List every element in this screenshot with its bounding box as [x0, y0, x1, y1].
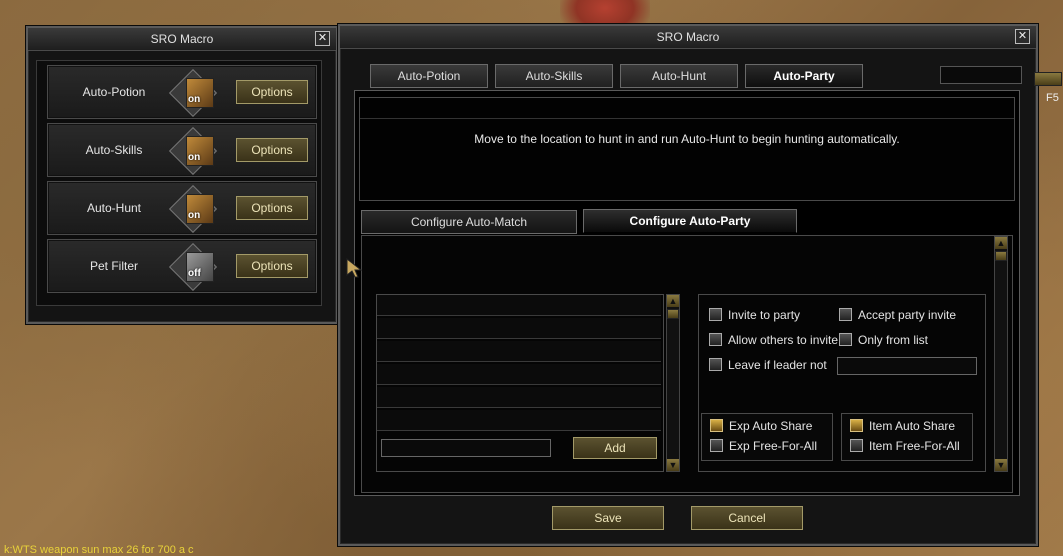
add-button[interactable]: Add	[573, 437, 657, 459]
side-widget-button[interactable]	[1034, 72, 1062, 86]
scroll-up-icon[interactable]: ▲	[995, 237, 1007, 249]
chat-message: k:WTS weapon sun max 26 for 700 a c	[4, 544, 194, 556]
feature-row-pet-filter: Pet Filter off Options	[47, 239, 317, 293]
tab-auto-skills[interactable]: Auto-Skills	[495, 64, 613, 88]
player-name-input[interactable]	[381, 439, 551, 457]
accept-party-invite-checkbox[interactable]: Accept party invite	[839, 307, 956, 323]
side-widget-bar	[940, 66, 1022, 84]
feature-label: Pet Filter	[89, 259, 138, 273]
scroll-thumb[interactable]	[667, 309, 679, 319]
left-window-titlebar[interactable]: SRO Macro ✕	[28, 28, 336, 51]
checkbox-label: Invite to party	[728, 308, 801, 322]
checkbox-icon	[710, 439, 723, 452]
state-label: off	[188, 268, 201, 279]
auto-skills-options-button[interactable]: Options	[236, 138, 308, 162]
invite-to-party-checkbox[interactable]: Invite to party	[709, 307, 800, 323]
cancel-button[interactable]: Cancel	[691, 506, 803, 530]
scroll-down-icon[interactable]: ▼	[667, 459, 679, 471]
checkbox-label: Accept party invite	[858, 308, 957, 322]
feature-label: Auto-Hunt	[86, 201, 142, 215]
checkbox-label: Only from list	[858, 333, 929, 347]
checkbox-icon	[839, 333, 852, 346]
list-item[interactable]	[377, 364, 661, 385]
radio-label: Exp Free-For-All	[729, 439, 818, 453]
item-share-group: Item Auto Share Item Free-For-All	[841, 413, 973, 461]
scroll-down-icon[interactable]: ▼	[995, 459, 1007, 471]
pet-filter-options-button[interactable]: Options	[236, 254, 308, 278]
leader-name-input[interactable]	[837, 357, 977, 375]
auto-hunt-options-button[interactable]: Options	[236, 196, 308, 220]
scroll-thumb[interactable]	[995, 251, 1007, 261]
state-label: on	[188, 94, 201, 105]
state-label: on	[188, 210, 201, 221]
list-item[interactable]	[377, 387, 661, 408]
list-item[interactable]	[377, 410, 661, 431]
tab-configure-auto-match[interactable]: Configure Auto-Match	[361, 210, 577, 234]
description-text: Move to the location to hunt in and run …	[474, 132, 900, 146]
checkbox-icon	[839, 308, 852, 321]
left-close-button[interactable]: ✕	[315, 31, 330, 46]
auto-party-panel: Add ▲ ▼ Invite to party Accept party inv…	[361, 235, 1013, 493]
state-label: on	[188, 152, 201, 163]
feature-row-auto-hunt: Auto-Hunt on Options	[47, 181, 317, 235]
feature-row-auto-skills: Auto-Skills on Options	[47, 123, 317, 177]
feature-label: Auto-Skills	[85, 143, 143, 157]
tab-configure-auto-party[interactable]: Configure Auto-Party	[583, 209, 797, 233]
description-panel: Move to the location to hunt in and run …	[359, 97, 1015, 201]
exp-share-group: Exp Auto Share Exp Free-For-All	[701, 413, 833, 461]
right-close-button[interactable]: ✕	[1015, 29, 1030, 44]
feature-row-auto-potion: Auto-Potion on Options	[47, 65, 317, 119]
party-member-list: Add	[376, 294, 664, 472]
feature-label: Auto-Potion	[82, 85, 146, 99]
checkbox-icon	[850, 439, 863, 452]
left-window-title: SRO Macro	[150, 32, 214, 46]
list-item[interactable]	[377, 295, 661, 316]
macro-control-window: SRO Macro ✕ Auto-Potion on Options Auto-…	[26, 26, 338, 324]
checkbox-icon	[709, 333, 722, 346]
checkbox-icon	[709, 358, 722, 371]
exp-free-for-all-radio[interactable]: Exp Free-For-All	[710, 438, 817, 454]
item-auto-share-radio[interactable]: Item Auto Share	[850, 418, 955, 434]
hotkey-label: F5	[1046, 92, 1059, 104]
mouse-cursor-icon	[346, 258, 363, 278]
tab-auto-potion[interactable]: Auto-Potion	[370, 64, 488, 88]
scroll-up-icon[interactable]: ▲	[667, 295, 679, 307]
item-free-for-all-radio[interactable]: Item Free-For-All	[850, 438, 960, 454]
feature-list: Auto-Potion on Options Auto-Skills on Op…	[36, 60, 322, 306]
list-item[interactable]	[377, 341, 661, 362]
checkbox-label: Leave if leader not	[728, 358, 827, 372]
exp-auto-share-radio[interactable]: Exp Auto Share	[710, 418, 812, 434]
radio-label: Item Auto Share	[869, 419, 956, 433]
tab-auto-hunt[interactable]: Auto-Hunt	[620, 64, 738, 88]
party-options-panel: Invite to party Accept party invite Allo…	[698, 294, 986, 472]
leave-if-leader-not-checkbox[interactable]: Leave if leader not	[709, 357, 827, 373]
panel-scrollbar[interactable]: ▲ ▼	[994, 236, 1008, 472]
right-window-title: SRO Macro	[656, 30, 720, 44]
tab-auto-party[interactable]: Auto-Party	[745, 64, 863, 88]
list-item[interactable]	[377, 318, 661, 339]
allow-others-to-invite-checkbox[interactable]: Allow others to invite	[709, 332, 838, 348]
checked-box-icon	[710, 419, 723, 432]
tab-content: Move to the location to hunt in and run …	[354, 90, 1020, 496]
checkbox-icon	[709, 308, 722, 321]
radio-label: Exp Auto Share	[729, 419, 813, 433]
checkbox-label: Allow others to invite	[728, 333, 839, 347]
auto-potion-options-button[interactable]: Options	[236, 80, 308, 104]
list-scrollbar[interactable]: ▲ ▼	[666, 294, 680, 472]
only-from-list-checkbox[interactable]: Only from list	[839, 332, 928, 348]
right-window-titlebar[interactable]: SRO Macro ✕	[340, 26, 1036, 49]
description-header-strip	[360, 98, 1014, 119]
macro-settings-window: SRO Macro ✕ Auto-Potion Auto-Skills Auto…	[338, 24, 1038, 546]
save-button[interactable]: Save	[552, 506, 664, 530]
checked-box-icon	[850, 419, 863, 432]
radio-label: Item Free-For-All	[869, 439, 960, 453]
